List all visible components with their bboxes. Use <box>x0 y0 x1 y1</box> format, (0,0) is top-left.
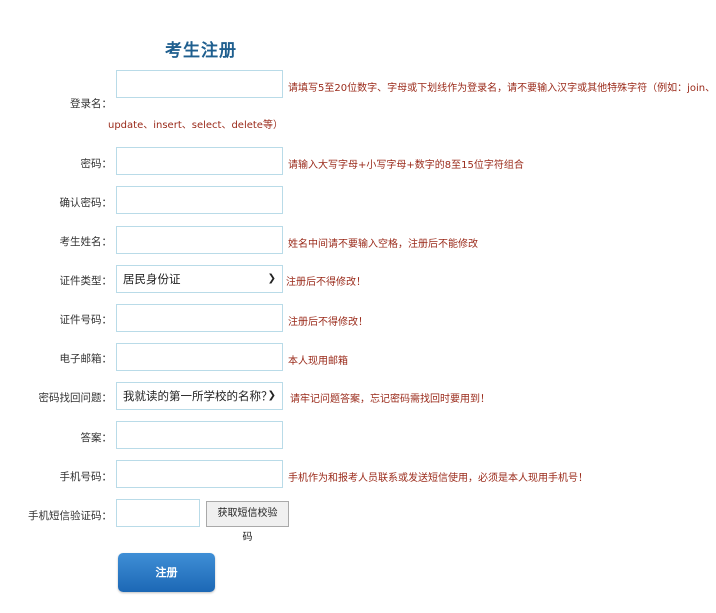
email-input[interactable] <box>116 343 283 371</box>
id-type-selected: 居民身份证 <box>123 272 181 286</box>
password-label: 密码： <box>80 158 113 170</box>
security-question-hint: 请牢记问题答案，忘记密码需找回时要用到！ <box>290 394 490 405</box>
security-question-label: 密码找回问题： <box>38 392 113 404</box>
name-label: 考生姓名： <box>59 236 113 248</box>
username-input[interactable] <box>116 70 283 98</box>
username-hint-line1: 请填写5至20位数字、字母或下划线作为登录名，请不要输入汉字或其他特殊字符（例如… <box>288 83 716 94</box>
id-number-hint: 注册后不得修改！ <box>288 317 368 328</box>
phone-hint: 手机作为和报考人员联系或发送短信使用，必须是本人现用手机号！ <box>288 473 588 484</box>
sms-code-label: 手机短信验证码： <box>28 510 112 522</box>
sms-code-input[interactable] <box>116 499 200 527</box>
security-question-select[interactable]: 我就读的第一所学校的名称？ ❯ <box>116 382 283 410</box>
phone-input[interactable] <box>116 460 283 488</box>
id-type-hint: 注册后不得修改！ <box>286 277 366 288</box>
confirm-password-label: 确认密码： <box>59 197 113 209</box>
answer-label: 答案： <box>80 432 113 444</box>
phone-label: 手机号码： <box>59 471 113 483</box>
username-label: 登录名： <box>70 98 112 110</box>
username-hint-line2: update、insert、select、delete等） <box>108 120 283 131</box>
register-button[interactable]: 注册 <box>118 553 215 592</box>
id-number-input[interactable] <box>116 304 283 332</box>
password-input[interactable] <box>116 147 283 175</box>
answer-input[interactable] <box>116 421 283 449</box>
confirm-password-input[interactable] <box>116 186 283 214</box>
security-question-selected: 我就读的第一所学校的名称？ <box>123 389 273 403</box>
page-title: 考生注册 <box>165 41 237 61</box>
chevron-down-icon: ❯ <box>267 390 276 401</box>
email-label: 电子邮箱： <box>59 353 113 365</box>
get-sms-code-button[interactable]: 获取短信校验码 <box>206 501 289 543</box>
email-hint: 本人现用邮箱 <box>288 356 348 367</box>
id-type-label: 证件类型： <box>59 275 113 287</box>
id-number-label: 证件号码： <box>59 314 113 326</box>
name-hint: 姓名中间请不要输入空格，注册后不能修改 <box>288 239 478 250</box>
password-hint: 请输入大写字母+小写字母+数字的8至15位字符组合 <box>288 160 524 171</box>
id-type-select[interactable]: 居民身份证 ❯ <box>116 265 283 293</box>
name-input[interactable] <box>116 226 283 254</box>
chevron-down-icon: ❯ <box>267 273 276 284</box>
